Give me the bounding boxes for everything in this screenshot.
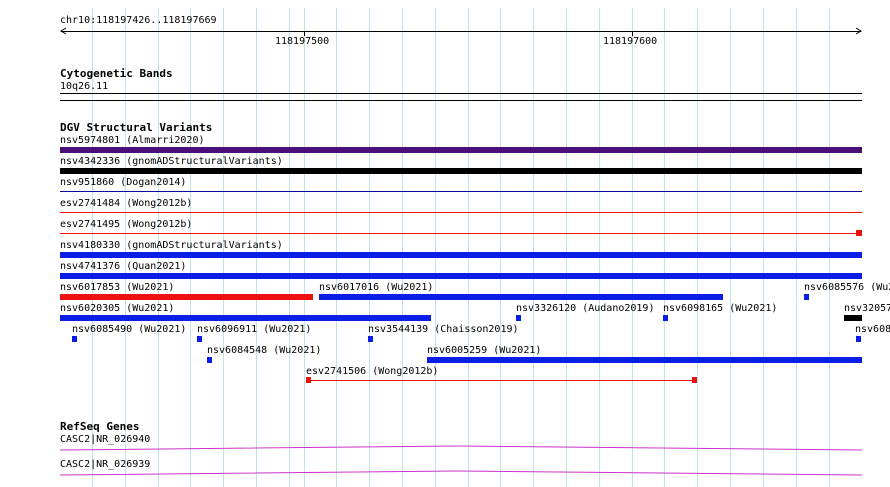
gene-intron-lines[interactable]: [0, 0, 890, 487]
genome-browser-view: chr10:118197426..118197669 118197500 118…: [0, 0, 890, 487]
gene-label[interactable]: CASC2|NR_026939: [60, 459, 150, 470]
